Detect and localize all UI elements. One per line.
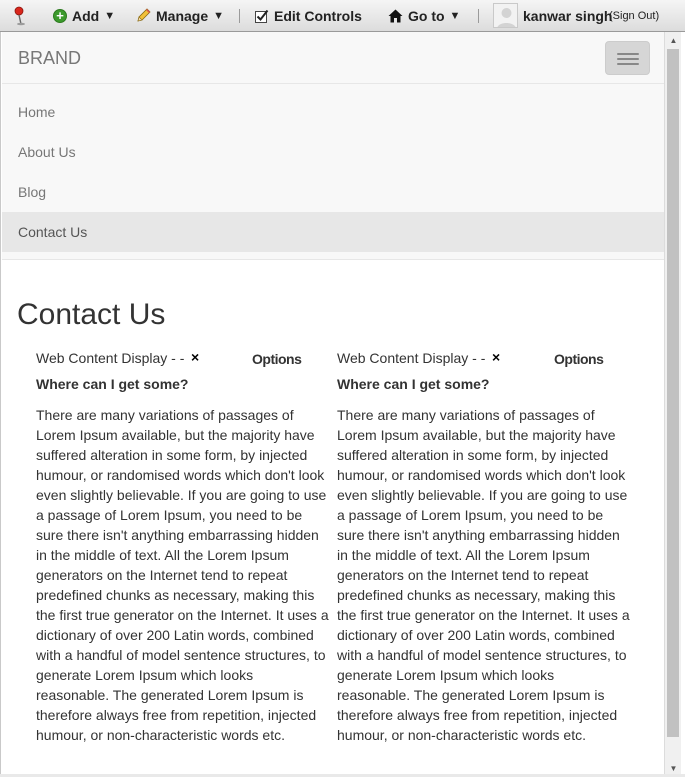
dockbar: + Add ▼ Manage ▼ Edit Controls Go to ▼ k… (0, 0, 685, 32)
vertical-scrollbar[interactable]: ▲ ▼ (664, 32, 681, 777)
add-menu[interactable]: + Add ▼ (53, 0, 115, 32)
pin-icon[interactable] (13, 6, 27, 26)
brand-link[interactable]: BRAND (18, 48, 81, 69)
chevron-down-icon: ▼ (449, 10, 461, 22)
edit-controls-label: Edit Controls (274, 8, 362, 24)
options-menu[interactable]: Options (252, 351, 302, 367)
goto-label: Go to (408, 8, 445, 24)
home-icon (388, 9, 403, 23)
dockbar-separator (478, 9, 479, 23)
portlet-title: Web Content Display - - (337, 350, 486, 366)
portlet-title: Web Content Display - - (36, 350, 185, 366)
portlet-header: Web Content Display - - × Options (36, 348, 332, 368)
avatar[interactable] (493, 3, 518, 28)
add-label: Add (72, 8, 100, 24)
close-icon[interactable]: × (492, 349, 500, 365)
close-icon[interactable]: × (191, 349, 199, 365)
user-name-link[interactable]: kanwar singh (523, 0, 612, 32)
page-viewport: BRAND Home About Us Blog Contact Us Cont… (0, 32, 665, 777)
nav-item-blog[interactable]: Blog (2, 172, 665, 212)
options-menu[interactable]: Options (554, 351, 604, 367)
hamburger-icon (617, 58, 639, 60)
manage-label: Manage (156, 8, 209, 24)
nav-item-about-us[interactable]: About Us (2, 132, 665, 172)
edit-controls-toggle[interactable]: Edit Controls (255, 0, 362, 32)
menu-toggle-button[interactable] (605, 41, 650, 75)
article-body: There are many variations of passages of… (337, 407, 630, 743)
window-edge (681, 32, 685, 777)
web-content-portlet: Web Content Display - - × Options Where … (36, 348, 332, 743)
dockbar-separator (239, 9, 240, 23)
portlet-header: Web Content Display - - × Options (337, 348, 633, 368)
pencil-icon (137, 8, 151, 22)
navbar: BRAND Home About Us Blog Contact Us (2, 32, 665, 260)
sign-out-link[interactable]: (Sign Out) (609, 0, 659, 32)
page-title: Contact Us (17, 298, 166, 331)
hamburger-icon (617, 63, 639, 65)
article-heading: Where can I get some? (337, 376, 490, 392)
nav-item-contact-us[interactable]: Contact Us (2, 212, 665, 252)
chevron-down-icon: ▼ (104, 10, 116, 22)
add-icon: + (53, 9, 67, 23)
article-body: There are many variations of passages of… (36, 407, 329, 743)
scroll-thumb[interactable] (667, 49, 679, 737)
chevron-down-icon: ▼ (213, 10, 225, 22)
navbar-divider (2, 83, 665, 84)
nav-item-home[interactable]: Home (2, 92, 665, 132)
checkbox-icon (255, 9, 269, 23)
manage-menu[interactable]: Manage ▼ (135, 0, 224, 32)
article-heading: Where can I get some? (36, 376, 189, 392)
web-content-portlet: Web Content Display - - × Options Where … (337, 348, 633, 743)
user-silhouette-icon (494, 4, 517, 27)
goto-menu[interactable]: Go to ▼ (388, 0, 460, 32)
hamburger-icon (617, 53, 639, 55)
scroll-up-arrow-icon[interactable]: ▲ (665, 32, 682, 49)
